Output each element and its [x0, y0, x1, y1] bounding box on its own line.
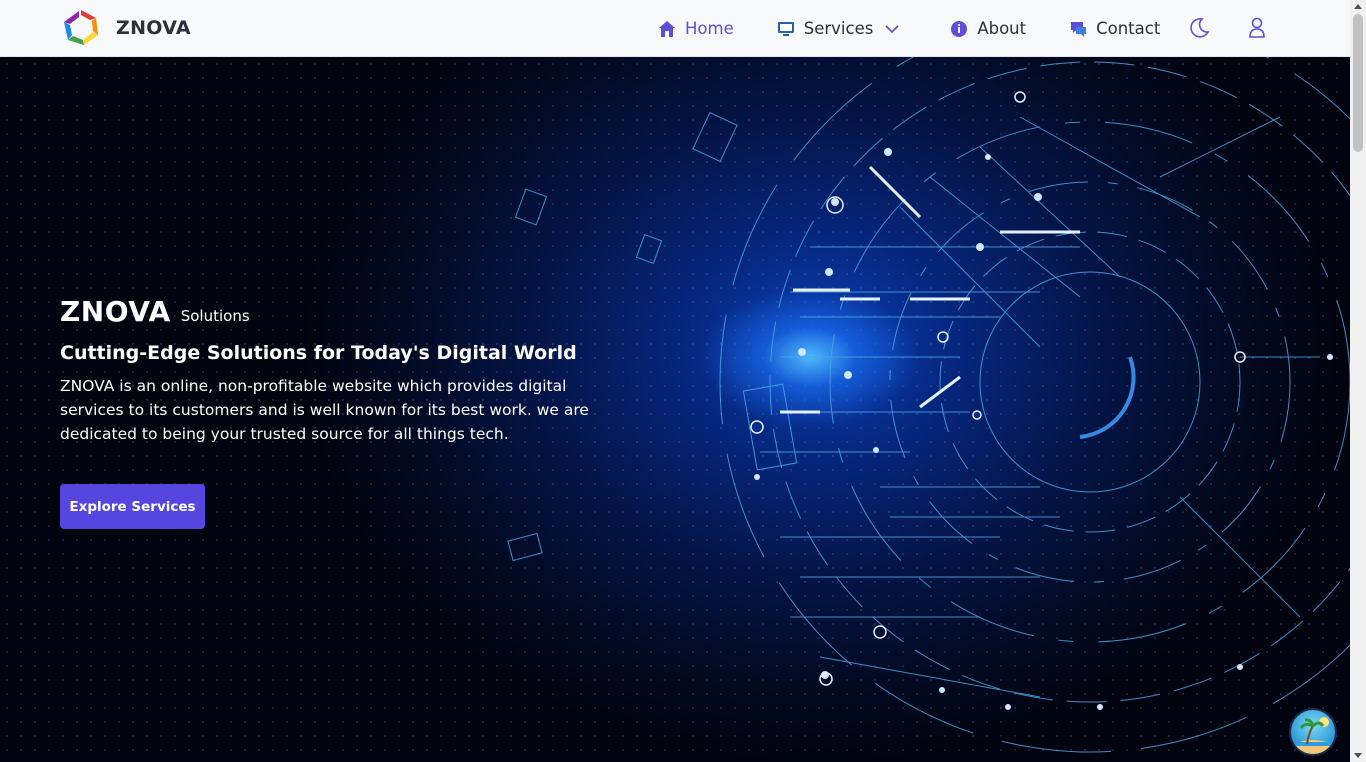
- hero-section: ZNOVA Solutions Cutting-Edge Solutions f…: [0, 57, 1350, 762]
- nav-contact[interactable]: Contact: [1068, 0, 1160, 57]
- explore-services-button[interactable]: Explore Services: [60, 484, 205, 529]
- moon-icon[interactable]: [1188, 17, 1210, 39]
- user-icon[interactable]: [1247, 17, 1267, 39]
- scrollbar[interactable]: [1350, 0, 1366, 762]
- home-icon: [657, 19, 677, 39]
- chat-icon: [1068, 19, 1088, 39]
- monitor-icon: [776, 19, 796, 39]
- scroll-up-arrow-icon[interactable]: [1354, 4, 1362, 9]
- znova-logo-icon: [64, 10, 98, 45]
- nav-home-label: Home: [685, 19, 734, 38]
- nav-links: Home Services About Contact: [657, 0, 1200, 57]
- navbar: ZNOVA Home Services About Contact: [0, 0, 1350, 57]
- hero-content: ZNOVA Solutions Cutting-Edge Solutions f…: [60, 295, 620, 446]
- hero-subtitle: Solutions: [180, 307, 250, 325]
- hero-description: ZNOVA is an online, non-profitable websi…: [60, 377, 589, 443]
- nav-contact-label: Contact: [1096, 19, 1161, 38]
- nav-services-label: Services: [803, 19, 874, 38]
- info-icon: [949, 19, 969, 39]
- nav-about-label: About: [977, 19, 1027, 38]
- brand[interactable]: ZNOVA: [60, 7, 191, 49]
- brand-name: ZNOVA: [116, 17, 191, 39]
- hero-brand: ZNOVA: [60, 295, 171, 328]
- chevron-down-icon[interactable]: [885, 24, 899, 34]
- nav-home[interactable]: Home: [657, 0, 734, 57]
- island-avatar-icon[interactable]: [1289, 708, 1337, 756]
- scroll-down-arrow-icon[interactable]: [1354, 753, 1362, 758]
- nav-about[interactable]: About: [949, 0, 1026, 57]
- hero-title: ZNOVA Solutions: [60, 295, 620, 328]
- hero-tagline: Cutting-Edge Solutions for Today's Digit…: [60, 342, 577, 364]
- scroll-thumb[interactable]: [1353, 14, 1363, 152]
- nav-services[interactable]: Services: [776, 0, 900, 57]
